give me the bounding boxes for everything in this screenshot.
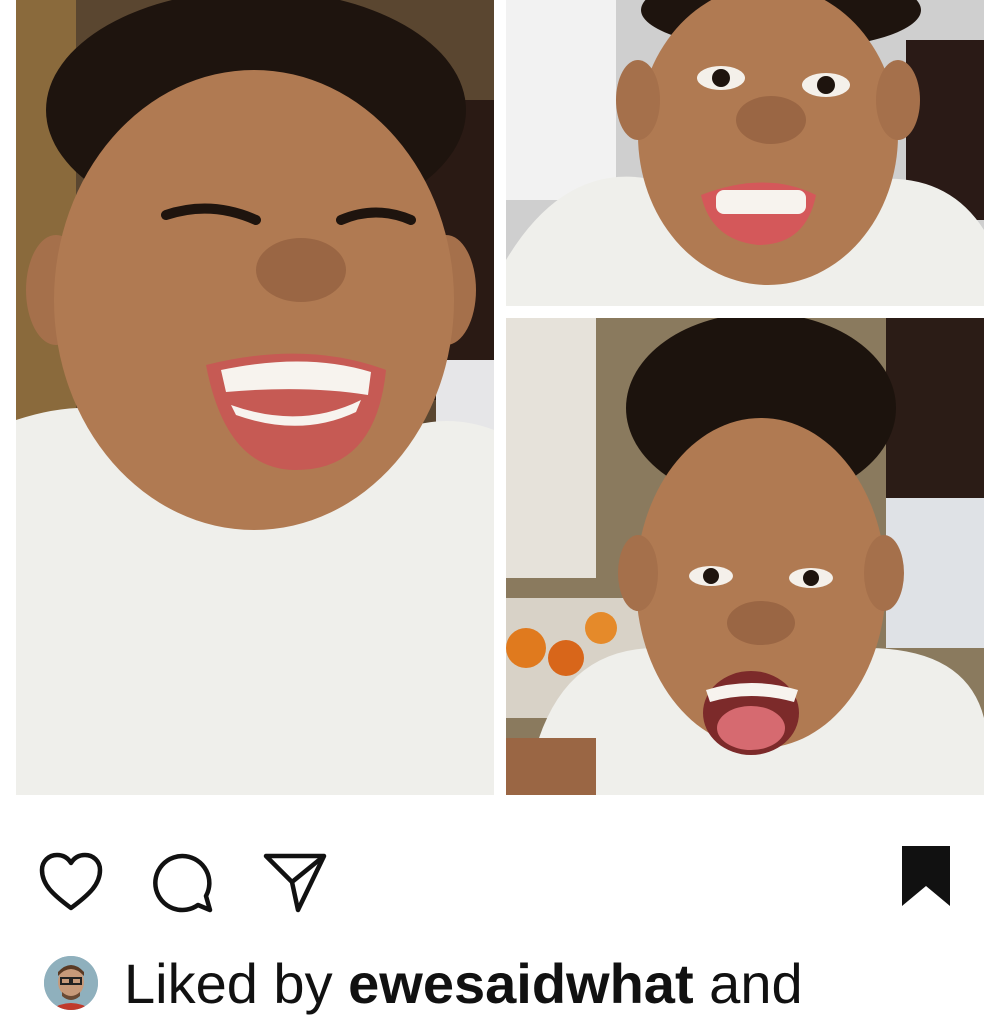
bookmark-icon [902, 846, 950, 906]
heart-icon [39, 852, 103, 911]
post-photo-collage[interactable] [0, 0, 1000, 800]
likes-text: Liked by ewesaidwhat and [124, 952, 803, 1016]
comment-bubble-icon [153, 853, 213, 913]
comment-button[interactable] [150, 850, 216, 916]
save-button[interactable] [892, 842, 960, 910]
liker-avatar[interactable] [44, 956, 98, 1010]
photo-smiling-child[interactable] [16, 0, 494, 795]
like-button[interactable] [38, 850, 104, 916]
likes-summary: Liked by ewesaidwhat and [44, 948, 994, 1015]
liker-username-link[interactable]: ewesaidwhat [348, 952, 693, 1015]
post-action-bar [0, 830, 1000, 920]
share-button[interactable] [262, 850, 328, 916]
likes-suffix: and [709, 952, 803, 1015]
photo-grimacing-child[interactable] [506, 0, 984, 306]
paper-plane-icon [263, 853, 327, 913]
likes-prefix: Liked by [124, 952, 333, 1015]
photo-shouting-child[interactable] [506, 318, 984, 795]
